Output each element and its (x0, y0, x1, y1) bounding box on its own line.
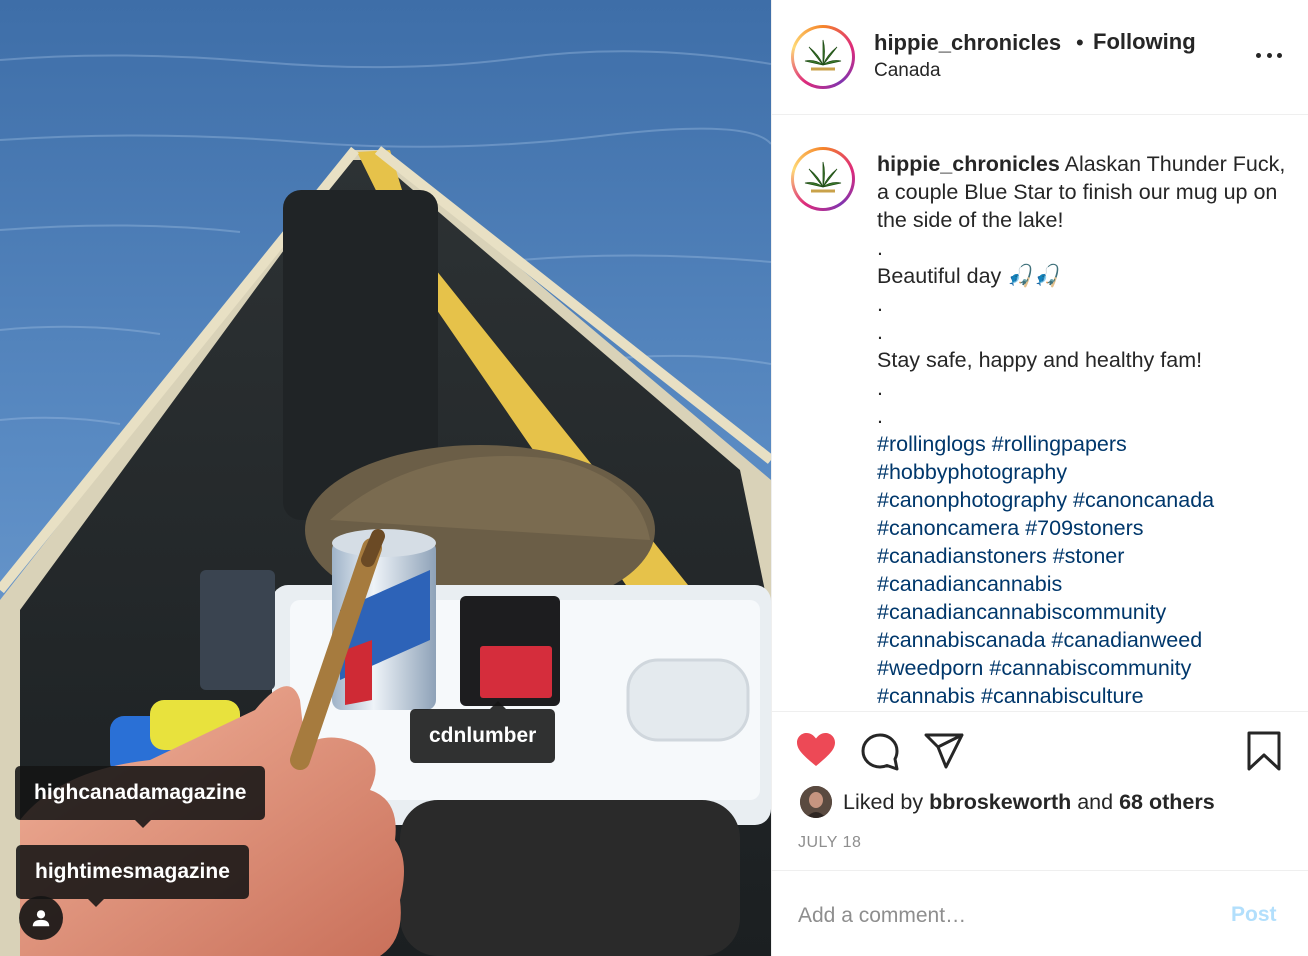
tagged-users-button[interactable] (19, 896, 63, 940)
liked-by-prefix: Liked by (843, 789, 924, 814)
hashtag-line[interactable]: #cannabis #cannabisculture (877, 682, 1297, 706)
photo-tag-hightimesmagazine[interactable]: hightimesmagazine (16, 845, 249, 907)
comment-divider (772, 870, 1308, 871)
liker-avatar-image (800, 786, 832, 818)
likes-others-link[interactable]: 68 others (1119, 790, 1215, 815)
post-comment-button[interactable]: Post (1231, 903, 1277, 927)
likes-summary: Liked by bbroskeworth and 68 others (800, 786, 1215, 818)
header-avatar[interactable] (791, 25, 855, 89)
hashtag-line[interactable]: #canonphotography #canoncanada (877, 486, 1297, 514)
hashtag-line[interactable]: #canadiancannabiscommunity (877, 598, 1297, 626)
liker-avatar[interactable] (800, 786, 832, 818)
person-icon (32, 910, 50, 927)
post-date[interactable]: JULY 18 (798, 834, 861, 852)
caption-dot: . (877, 292, 883, 316)
comment-icon[interactable] (860, 731, 900, 771)
header-divider (772, 114, 1308, 115)
caption-dot: . (877, 236, 883, 260)
hashtag-line[interactable]: #canadianstoners #stoner (877, 542, 1297, 570)
separator-dot: • (1076, 30, 1084, 55)
hashtag-line[interactable]: #canadiancannabis (877, 570, 1297, 598)
caption-avatar[interactable] (791, 147, 855, 211)
following-button[interactable]: Following (1093, 29, 1196, 55)
cannabis-leaf-icon (804, 161, 842, 193)
post-sidebar: hippie_chronicles • Following Canada hip… (771, 0, 1308, 956)
hashtag-line[interactable]: #canoncamera #709stoners (877, 514, 1297, 542)
caption-text: hippie_chronicles Alaskan Thunder Fuck, … (877, 150, 1297, 706)
liked-by-and: and (1077, 789, 1114, 814)
cannabis-leaf-icon (804, 39, 842, 71)
hashtag-line[interactable]: #weedporn #cannabiscommunity (877, 654, 1297, 682)
caption-dot: . (877, 376, 883, 400)
more-horizontal-icon[interactable] (1256, 46, 1282, 64)
post-photo[interactable]: cdnlumber highcanadamagazine hightimesma… (0, 0, 771, 956)
hashtag-line[interactable]: #cannabiscanada #canadianweed (877, 626, 1297, 654)
caption-scroll[interactable]: hippie_chronicles Alaskan Thunder Fuck, … (877, 150, 1297, 706)
hashtag-line[interactable]: #rollinglogs #rollingpapers (877, 430, 1297, 458)
caption-dot: . (877, 404, 883, 428)
photo-tag-highcanadamagazine[interactable]: highcanadamagazine (15, 766, 266, 828)
hashtag-line[interactable]: #hobbyphotography (877, 458, 1297, 486)
comment-input[interactable] (798, 898, 1218, 934)
actions-divider (772, 711, 1308, 712)
caption-stay-safe: Stay safe, happy and healthy fam! (877, 348, 1203, 372)
header-username[interactable]: hippie_chronicles (874, 30, 1061, 56)
location-link[interactable]: Canada (874, 60, 941, 82)
caption-dot: . (877, 320, 883, 344)
share-icon[interactable] (924, 733, 964, 769)
caption-username[interactable]: hippie_chronicles (877, 152, 1060, 176)
liker-username[interactable]: bbroskeworth (929, 790, 1071, 815)
bookmark-icon[interactable] (1246, 731, 1282, 771)
caption-beautiful-day: Beautiful day 🎣🎣 (877, 264, 1061, 288)
photo-tag-cdnlumber[interactable]: cdnlumber (410, 701, 556, 763)
heart-filled-icon[interactable] (796, 732, 836, 768)
